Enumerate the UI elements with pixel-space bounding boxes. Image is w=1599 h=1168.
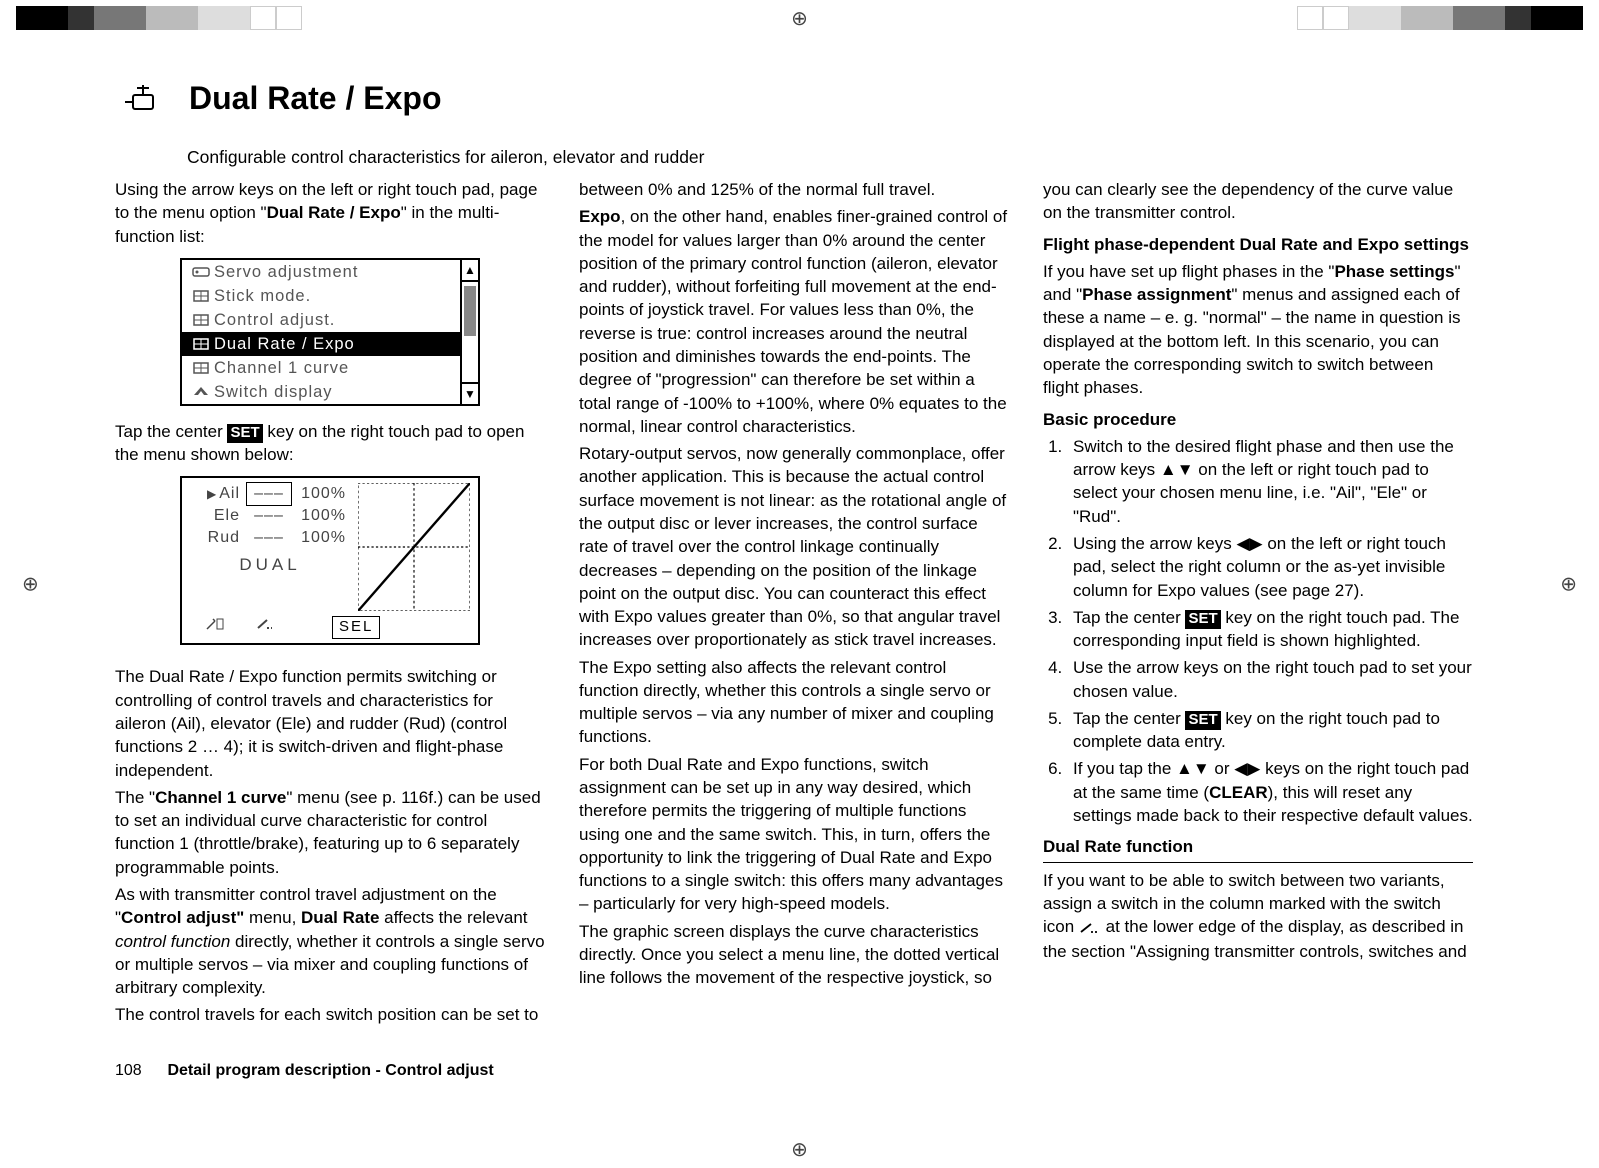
page-subtitle: Configurable control characteristics for… [187,147,1490,168]
menu-row: Stick mode. [182,284,460,308]
page-number: 108 [115,1062,163,1080]
page-title: Dual Rate / Expo [189,80,442,117]
body-text: The "Channel 1 curve" menu (see p. 116f.… [115,786,545,879]
printer-color-bar-left [16,6,302,30]
procedure-step: Use the arrow keys on the right touch pa… [1067,656,1473,703]
menu-list-figure: Servo adjustment Stick mode. Control adj… [180,258,480,406]
section-heading: Dual Rate function [1043,835,1473,862]
stick-icon [188,289,214,303]
switch-assign-icon [190,616,240,638]
scrollbar: ▲ ▼ [460,260,478,404]
sel-button-label: SEL [332,616,380,639]
column-3: you can clearly see the dependency of th… [1043,178,1473,1031]
page-footer: 108 Detail program description - Control… [115,1062,494,1080]
registration-mark-icon: ⊕ [22,572,39,597]
transmitter-icon [121,85,165,113]
switch-icon [240,616,290,638]
registration-mark-icon: ⊕ [1560,572,1577,597]
set-key-badge: SET [227,424,262,443]
body-text: The Dual Rate / Expo function permits sw… [115,665,545,781]
registration-mark-icon: ⊕ [791,6,808,31]
body-text: If you want to be able to switch between… [1043,869,1473,964]
procedure-list: Switch to the desired flight phase and t… [1043,435,1473,828]
menu-row-selected: Dual Rate / Expo [182,332,460,356]
curve-row: Ail ––– 100% [190,483,350,505]
stick-icon [188,313,214,327]
procedure-step: Tap the center SET key on the right touc… [1067,707,1473,754]
section-heading: Basic procedure [1043,408,1473,431]
curve-graph [358,483,470,611]
menu-row: Switch display [182,380,460,404]
dual-label: DUAL [190,553,350,576]
menu-row: Servo adjustment [182,260,460,284]
registration-mark-icon: ⊕ [791,1137,808,1162]
procedure-step: If you tap the ▲▼ or ◀▶ keys on the righ… [1067,757,1473,827]
printer-color-bar-right [1297,6,1583,30]
body-text: If you have set up flight phases in the … [1043,260,1473,400]
body-text: For both Dual Rate and Expo functions, s… [579,753,1009,916]
body-text: The graphic screen displays the curve ch… [579,920,1009,990]
switch-icon [1079,917,1101,940]
footer-text: Detail program description - Control adj… [167,1062,493,1079]
section-heading: Flight phase-dependent Dual Rate and Exp… [1043,233,1473,256]
menu-row: Channel 1 curve [182,356,460,380]
stick-icon [188,361,214,375]
body-text: between 0% and 125% of the normal full t… [579,178,1009,201]
procedure-step: Switch to the desired flight phase and t… [1067,435,1473,528]
curve-row: Ele ––– 100% [190,505,350,527]
scroll-down-icon: ▼ [462,382,478,404]
menu-row: Control adjust. [182,308,460,332]
procedure-step: Using the arrow keys ◀▶ on the left or r… [1067,532,1473,602]
servo-icon [188,265,214,279]
procedure-step: Tap the center SET key on the right touc… [1067,606,1473,653]
body-text: The Expo setting also affects the releva… [579,656,1009,749]
body-text: you can clearly see the dependency of th… [1043,178,1473,225]
plane-icon [188,385,214,399]
body-text: As with transmitter control travel adjus… [115,883,545,999]
body-text: Expo, on the other hand, enables finer-g… [579,205,1009,438]
body-text: The control travels for each switch posi… [115,1003,545,1026]
curve-row: Rud ––– 100% [190,527,350,549]
column-2: between 0% and 125% of the normal full t… [579,178,1009,1031]
body-text: Rotary-output servos, now generally comm… [579,442,1009,652]
body-text: Tap the center SET key on the right touc… [115,420,545,467]
column-1: Using the arrow keys on the left or righ… [115,178,545,1031]
dual-rate-screen-figure: Ail ––– 100% Ele ––– 100% Rud ––– 10 [180,476,480,645]
body-text: Using the arrow keys on the left or righ… [115,178,545,248]
stick-icon [188,337,214,351]
scroll-up-icon: ▲ [462,260,478,282]
